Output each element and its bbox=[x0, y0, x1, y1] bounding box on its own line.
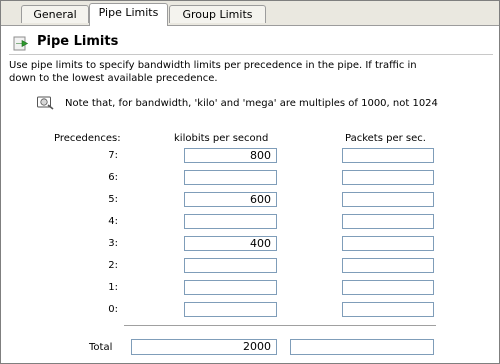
tab-general[interactable]: General bbox=[21, 5, 89, 23]
column-header-precedences: Precedences: bbox=[54, 133, 121, 144]
total-label: Total bbox=[89, 342, 113, 353]
pps-input-6[interactable] bbox=[342, 170, 434, 185]
precedence-label-3: 3: bbox=[108, 238, 118, 249]
kbps-input-0[interactable] bbox=[184, 302, 277, 317]
total-kbps-field: 2000 bbox=[131, 339, 277, 355]
kbps-input-4[interactable] bbox=[184, 214, 277, 229]
pipe-limits-dialog: General Pipe Limits Group Limits Pipe Li… bbox=[0, 0, 500, 364]
precedence-label-7: 7: bbox=[108, 150, 118, 161]
tab-bar: General Pipe Limits Group Limits bbox=[1, 1, 499, 26]
kbps-input-2[interactable] bbox=[184, 258, 277, 273]
precedence-label-5: 5: bbox=[108, 194, 118, 205]
kbps-input-6[interactable] bbox=[184, 170, 277, 185]
page-title: Pipe Limits bbox=[37, 34, 119, 49]
precedence-label-0: 0: bbox=[108, 304, 118, 315]
pps-input-3[interactable] bbox=[342, 236, 434, 251]
precedence-label-6: 6: bbox=[108, 172, 118, 183]
precedence-label-4: 4: bbox=[108, 216, 118, 227]
total-pps-field bbox=[290, 339, 434, 355]
tab-content: Pipe Limits Use pipe limits to specify b… bbox=[1, 26, 499, 363]
pps-input-5[interactable] bbox=[342, 192, 434, 207]
pps-input-2[interactable] bbox=[342, 258, 434, 273]
total-separator bbox=[124, 325, 436, 326]
kbps-input-5[interactable]: 600 bbox=[184, 192, 277, 207]
kbps-input-3[interactable]: 400 bbox=[184, 236, 277, 251]
kbps-input-1[interactable] bbox=[184, 280, 277, 295]
column-header-pps: Packets per sec. bbox=[345, 133, 426, 144]
pps-input-4[interactable] bbox=[342, 214, 434, 229]
arrow-right-icon bbox=[13, 36, 29, 51]
kbps-input-7[interactable]: 800 bbox=[184, 148, 277, 163]
section-heading: Pipe Limits bbox=[9, 32, 493, 55]
tab-pipe-limits[interactable]: Pipe Limits bbox=[89, 3, 168, 26]
pps-input-0[interactable] bbox=[342, 302, 434, 317]
column-header-kbps: kilobits per second bbox=[174, 133, 269, 144]
pps-input-7[interactable] bbox=[342, 148, 434, 163]
bandwidth-note: Note that, for bandwidth, 'kilo' and 'me… bbox=[65, 98, 438, 109]
precedence-label-1: 1: bbox=[108, 282, 118, 293]
description-line-1: Use pipe limits to specify bandwidth lim… bbox=[9, 60, 417, 71]
precedence-label-2: 2: bbox=[108, 260, 118, 271]
pps-input-1[interactable] bbox=[342, 280, 434, 295]
description-line-2: down to the lowest available precedence. bbox=[9, 73, 218, 84]
tab-group-limits[interactable]: Group Limits bbox=[169, 5, 266, 23]
description: Use pipe limits to specify bandwidth lim… bbox=[9, 59, 499, 85]
info-icon bbox=[37, 96, 54, 110]
